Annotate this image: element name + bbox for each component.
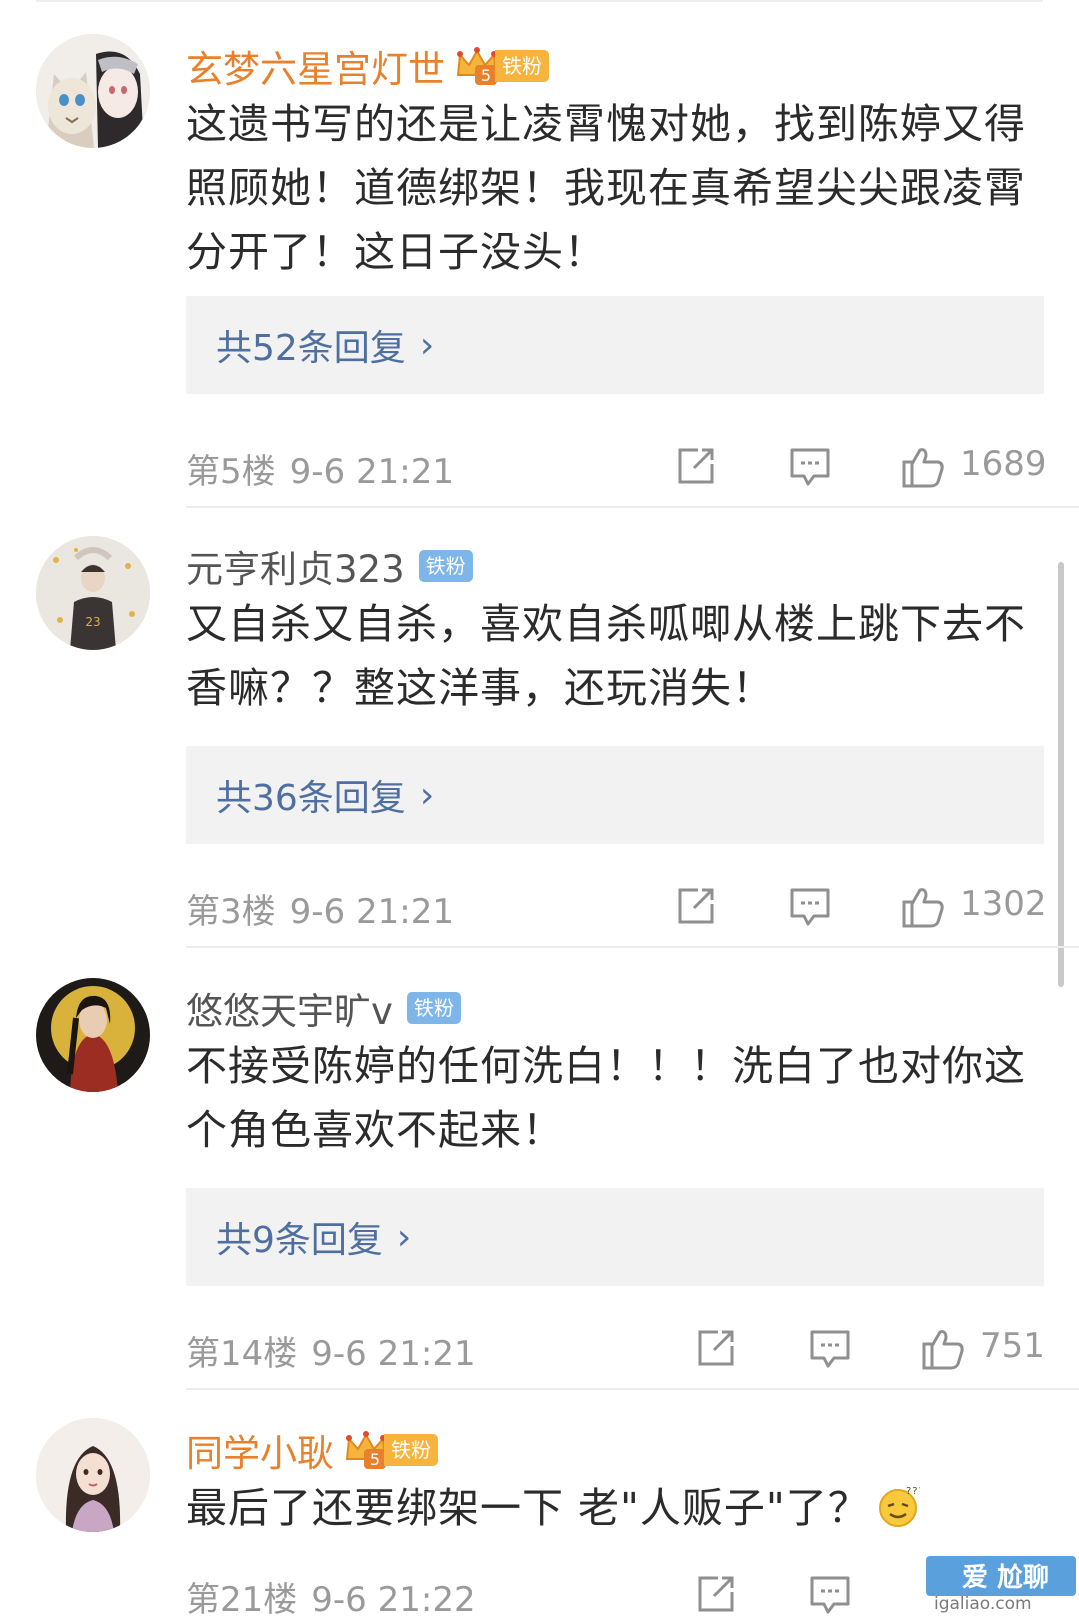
chevron-right-icon: › bbox=[419, 324, 435, 366]
comment-text: 这遗书写的还是让凌霄愧对她，找到陈婷又得照顾她！道德绑架！我现在真希望尖尖跟凌霄… bbox=[186, 100, 1026, 276]
avatar[interactable] bbox=[36, 34, 150, 148]
chevron-right-icon: › bbox=[396, 1216, 412, 1258]
comment-text-content: 最后了还要绑架一下 老"人贩子"了？ bbox=[186, 1484, 870, 1532]
fan-badge: 铁粉 bbox=[384, 1434, 438, 1466]
svg-text:5: 5 bbox=[481, 66, 491, 85]
chevron-right-icon: › bbox=[419, 774, 435, 816]
crown-icon: 5 bbox=[455, 45, 499, 87]
username[interactable]: 元亨利贞323 bbox=[186, 539, 405, 593]
timestamp: 9-6 21:21 bbox=[311, 1334, 476, 1374]
svg-text:5: 5 bbox=[370, 1450, 380, 1469]
timestamp: 9-6 21:21 bbox=[289, 452, 454, 492]
user-row: 玄梦六星宫灯世 5 铁粉 bbox=[186, 36, 549, 96]
avatar[interactable] bbox=[36, 978, 150, 1092]
share-icon[interactable] bbox=[692, 1324, 740, 1372]
thumbs-up-icon[interactable] bbox=[898, 882, 946, 930]
reply-count-label: 共36条回复 bbox=[216, 778, 406, 819]
divider bbox=[186, 506, 1079, 508]
like-count: 1302 bbox=[960, 884, 1047, 924]
fan-badge: 铁粉 bbox=[418, 550, 473, 582]
reply-count-label: 共52条回复 bbox=[216, 328, 406, 369]
svg-text:???: ??? bbox=[906, 1486, 920, 1497]
like-count: 1689 bbox=[960, 444, 1047, 484]
avatar[interactable] bbox=[36, 1418, 150, 1532]
username[interactable]: 玄梦六星宫灯世 bbox=[186, 39, 445, 93]
comment-icon[interactable] bbox=[786, 882, 834, 930]
comment-text: 最后了还要绑架一下 老"人贩子"了？??? bbox=[186, 1476, 1046, 1540]
view-replies-button[interactable]: 共9条回复 › bbox=[186, 1188, 1044, 1286]
share-icon[interactable] bbox=[672, 882, 720, 930]
share-icon[interactable] bbox=[672, 442, 720, 490]
user-row: 同学小耿 5 铁粉 bbox=[186, 1420, 438, 1480]
thumbs-up-icon[interactable] bbox=[898, 442, 946, 490]
scrollbar[interactable] bbox=[1058, 562, 1064, 987]
meta-row: 第5楼 9-6 21:21 1689 bbox=[186, 438, 1047, 494]
comment-text: 又自杀又自杀，喜欢自杀呱唧从楼上跳下去不香嘛？？整这洋事，还玩消失！ bbox=[186, 600, 1026, 712]
floor-info: 第21楼 9-6 21:22 bbox=[186, 1572, 476, 1621]
floor-info: 第5楼 9-6 21:21 bbox=[186, 444, 454, 493]
floor-info: 第14楼 9-6 21:21 bbox=[186, 1326, 476, 1375]
comment-icon[interactable] bbox=[806, 1570, 854, 1618]
fan-badge: 铁粉 bbox=[406, 992, 461, 1024]
meta-row: 第14楼 9-6 21:21 751 bbox=[186, 1320, 1045, 1376]
comment-icon[interactable] bbox=[806, 1324, 854, 1372]
divider bbox=[186, 946, 1079, 948]
crown-icon: 5 bbox=[344, 1429, 388, 1471]
share-icon[interactable] bbox=[692, 1570, 740, 1618]
comment-icon[interactable] bbox=[786, 442, 834, 490]
fan-badge: 铁粉 bbox=[495, 50, 549, 82]
divider bbox=[186, 1388, 1079, 1390]
username[interactable]: 同学小耿 bbox=[186, 1423, 334, 1477]
floor-info: 第3楼 9-6 21:21 bbox=[186, 884, 454, 933]
reply-count-label: 共9条回复 bbox=[216, 1220, 383, 1261]
meta-row: 第3楼 9-6 21:21 1302 bbox=[186, 878, 1047, 934]
svg-text:23: 23 bbox=[85, 615, 100, 629]
timestamp: 9-6 21:21 bbox=[289, 892, 454, 932]
avatar[interactable]: 23 bbox=[36, 536, 150, 650]
squint-emoji: ??? bbox=[876, 1484, 920, 1528]
comment-text: 不接受陈婷的任何洗白！！！洗白了也对你这个角色喜欢不起来！ bbox=[186, 1042, 1026, 1154]
user-row: 悠悠天宇旷v 铁粉 bbox=[186, 978, 461, 1038]
watermark: 爱 尬聊 igaliao.com bbox=[926, 1556, 1076, 1620]
floor-number: 第5楼 bbox=[186, 452, 276, 492]
watermark-title: 爱 尬聊 bbox=[962, 1563, 1050, 1593]
user-row: 元亨利贞323 铁粉 bbox=[186, 536, 473, 596]
meta-row: 第21楼 9-6 21:22 bbox=[186, 1566, 1044, 1622]
like-count: 751 bbox=[980, 1326, 1045, 1366]
floor-number: 第14楼 bbox=[186, 1334, 298, 1374]
floor-number: 第3楼 bbox=[186, 892, 276, 932]
view-replies-button[interactable]: 共52条回复 › bbox=[186, 296, 1044, 394]
top-divider bbox=[36, 0, 1043, 2]
thumbs-up-icon[interactable] bbox=[918, 1324, 966, 1372]
watermark-site: igaliao.com bbox=[934, 1594, 1032, 1614]
view-replies-button[interactable]: 共36条回复 › bbox=[186, 746, 1044, 844]
username[interactable]: 悠悠天宇旷v bbox=[186, 981, 393, 1035]
timestamp: 9-6 21:22 bbox=[311, 1580, 476, 1620]
floor-number: 第21楼 bbox=[186, 1580, 298, 1620]
